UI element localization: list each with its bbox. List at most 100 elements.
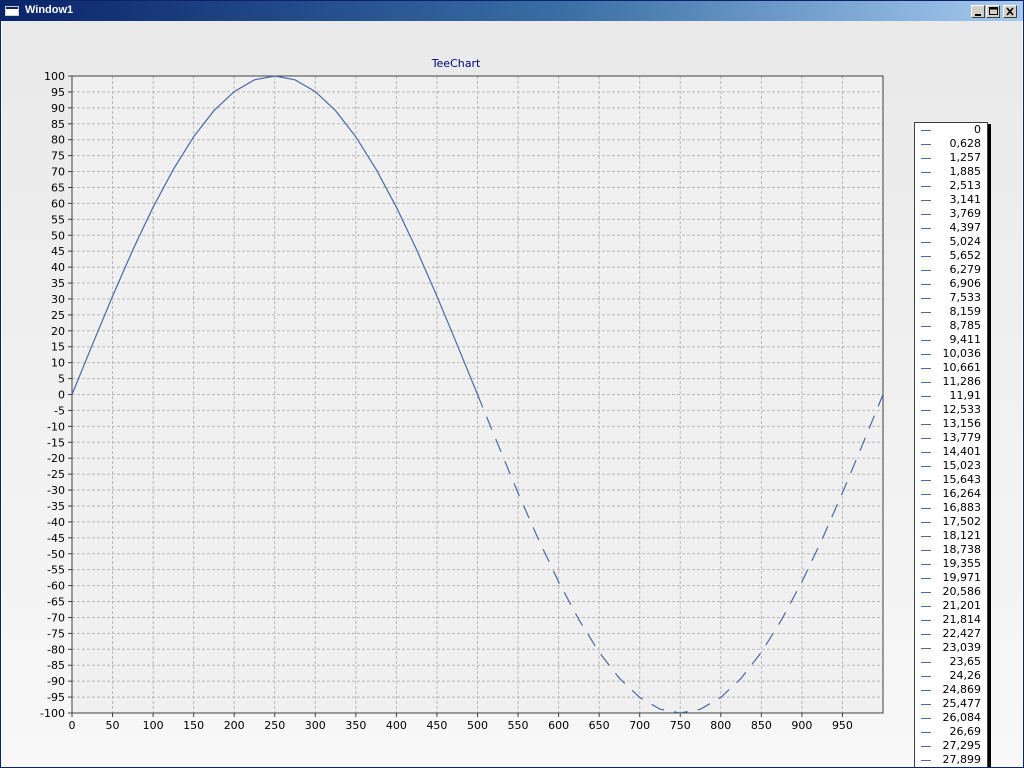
legend-item: 20,586 [915,585,987,599]
legend-label: 11,91 [949,389,982,402]
y-tick-label: 75 [51,150,65,163]
legend-label: 4,397 [949,221,982,234]
legend-swatch [921,676,931,677]
y-tick-label: 85 [51,118,65,131]
y-tick-label: 65 [51,181,65,194]
close-button[interactable] [1003,5,1017,18]
legend-swatch [921,228,931,229]
y-tick-label: 30 [51,293,65,306]
legend-item: 6,279 [915,263,987,277]
legend-swatch [921,578,931,579]
legend-label: 10,661 [942,361,982,374]
window-title: Window1 [25,4,74,16]
legend-swatch [921,130,931,131]
y-tick-label: -95 [47,691,65,704]
chart-title: TeeChart [431,57,481,70]
legend-swatch [921,760,931,761]
legend-label: 22,427 [942,627,982,640]
y-tick-label: -65 [47,596,65,609]
maximize-icon [989,7,998,15]
y-tick-label: -100 [40,707,65,720]
legend-item: 3,769 [915,207,987,221]
legend-label: 24,869 [942,683,982,696]
legend-label: 27,295 [942,739,982,752]
x-tick-label: 800 [710,719,731,732]
legend-swatch [921,536,931,537]
legend-label: 18,121 [942,529,982,542]
legend-item: 15,643 [915,473,987,487]
legend-item: 3,141 [915,193,987,207]
legend-swatch [921,718,931,719]
x-tick-label: 900 [791,719,812,732]
legend-label: 6,279 [949,263,982,276]
y-tick-label: -40 [47,516,65,529]
legend-item: 27,295 [915,739,987,753]
y-tick-label: -70 [47,611,65,624]
y-tick-label: -80 [47,643,65,656]
legend-label: 26,69 [949,725,982,738]
x-tick-label: 400 [386,719,407,732]
legend-label: 13,156 [942,417,982,430]
x-tick-label: 200 [224,719,245,732]
y-tick-label: 35 [51,277,65,290]
y-tick-label: -90 [47,675,65,688]
legend-item: 13,779 [915,431,987,445]
title-bar[interactable]: Window1 [1,1,1023,21]
y-tick-label: 0 [58,389,65,402]
y-tick-label: 15 [51,341,65,354]
window-icon [5,6,19,16]
x-tick-label: 650 [589,719,610,732]
y-tick-label: 95 [51,86,65,99]
x-tick-label: 350 [345,719,366,732]
legend-swatch [921,522,931,523]
y-tick-label: 55 [51,213,65,226]
legend-label: 15,023 [942,459,982,472]
maximize-button[interactable] [986,5,1000,18]
y-tick-label: 45 [51,245,65,258]
legend-label: 23,65 [949,655,982,668]
legend-swatch [921,354,931,355]
minimize-button[interactable] [971,5,985,18]
x-tick-label: 450 [426,719,447,732]
legend-item: 18,738 [915,543,987,557]
legend-label: 21,814 [942,613,982,626]
y-tick-label: 5 [58,373,65,386]
x-tick-label: 950 [832,719,853,732]
legend-item: 27,899 [915,753,987,767]
legend-swatch [921,550,931,551]
legend-item: 8,785 [915,319,987,333]
x-tick-label: 500 [467,719,488,732]
legend-swatch [921,564,931,565]
y-tick-label: -30 [47,484,65,497]
legend-swatch [921,298,931,299]
legend-item: 5,652 [915,249,987,263]
legend-item: 26,084 [915,711,987,725]
y-tick-label: -10 [47,420,65,433]
legend-label: 7,533 [949,291,982,304]
legend-swatch [921,284,931,285]
legend-item: 16,264 [915,487,987,501]
legend-label: 24,26 [949,669,982,682]
legend-label: 19,355 [942,557,982,570]
legend-item: 23,039 [915,641,987,655]
y-tick-label: 50 [51,229,65,242]
legend-swatch [921,732,931,733]
tee-chart: TeeChart 1009590858075706560555045403530… [40,57,884,732]
legend-swatch [921,144,931,145]
legend-swatch [921,438,931,439]
x-tick-label: 250 [264,719,285,732]
legend-item: 25,477 [915,697,987,711]
legend-item: 21,201 [915,599,987,613]
legend-label: 0 [974,123,981,136]
legend-item: 1,885 [915,165,987,179]
legend-label: 1,257 [949,151,982,164]
y-tick-label: 40 [51,261,65,274]
y-tick-label: 60 [51,197,65,210]
legend-swatch [921,200,931,201]
x-tick-label: 700 [629,719,650,732]
minimize-icon [975,14,981,16]
legend-swatch [921,214,931,215]
legend-label: 21,201 [942,599,982,612]
legend-label: 5,024 [949,235,982,248]
chart-area: TeeChart 100 95 90 85 80 75 70 65 60 55 50 45 40 35 30… [2,21,1022,767]
